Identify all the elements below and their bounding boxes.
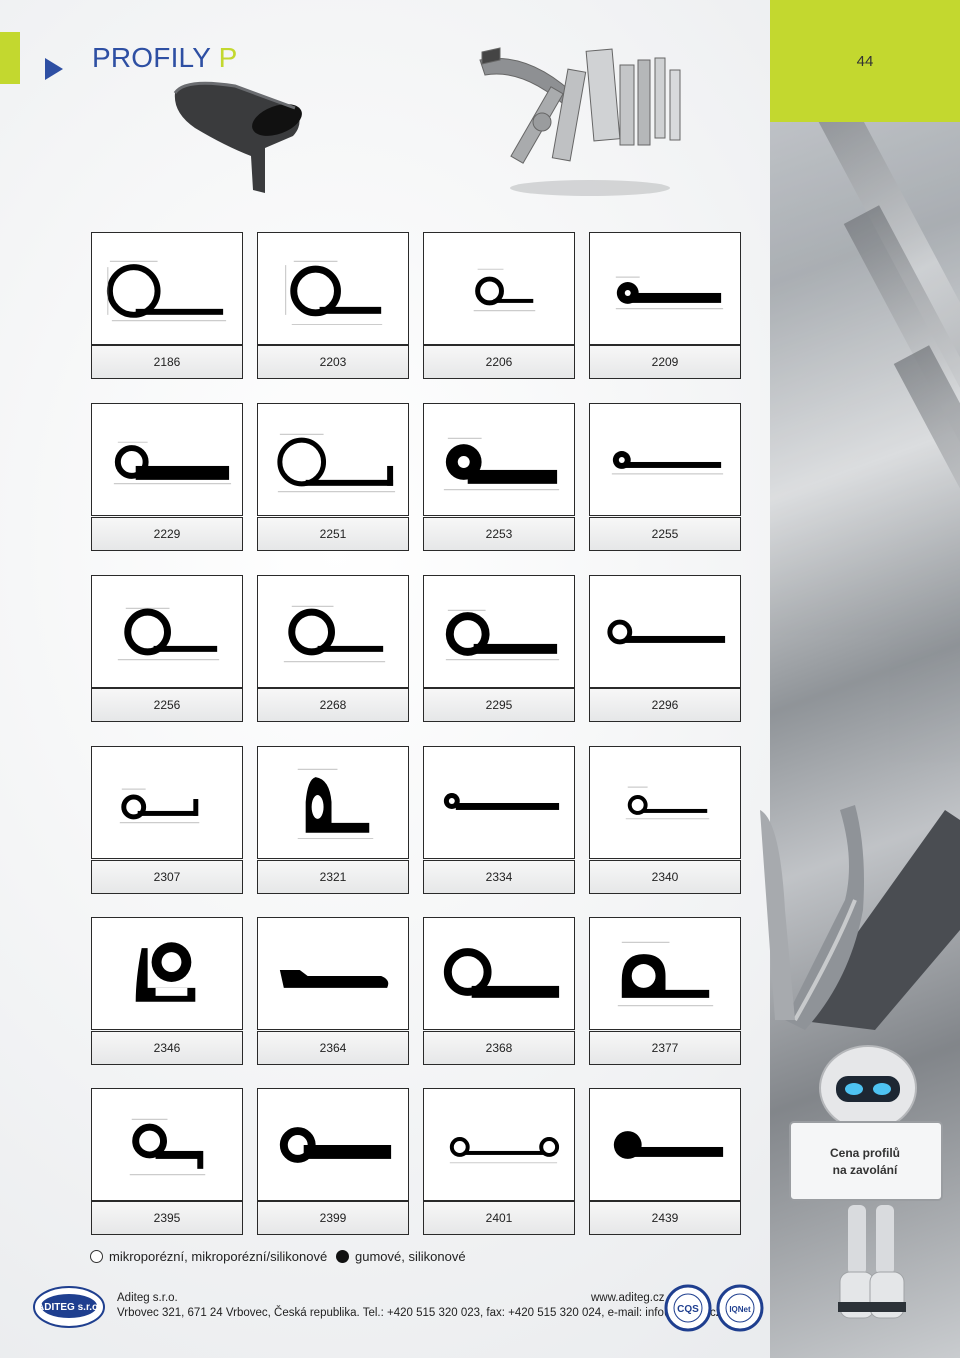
profile-code-2229: 2229 [91, 517, 243, 551]
profile-2364-drawing [279, 970, 389, 988]
profile-2186-drawing [106, 260, 227, 322]
profile-code-2346: 2346 [91, 1031, 243, 1065]
legend-rubber-label: gumové, silikonové [355, 1249, 466, 1264]
profile-2334-drawing [443, 793, 560, 810]
robot-sign-line1: Cena profilů [829, 1146, 900, 1160]
profile-drawing-2256 [91, 575, 243, 688]
profile-2307-drawing [119, 788, 200, 824]
profile-code-2253: 2253 [423, 517, 575, 551]
robot-price-sign: Cena profilů na zavolání [789, 1124, 941, 1200]
profile-2268-drawing [283, 605, 386, 663]
footer-website[interactable]: www.aditeg.cz [591, 1292, 665, 1304]
profile-2399-drawing [279, 1127, 392, 1163]
profile-2209-drawing [615, 276, 724, 310]
profile-code-2186: 2186 [91, 345, 243, 379]
profile-2296-drawing [607, 619, 726, 645]
profile-code-2364: 2364 [257, 1031, 409, 1065]
profile-drawing-2340 [589, 746, 741, 859]
logo-text: ADITEG s.r.o. [37, 1302, 101, 1313]
profile-code-2256: 2256 [91, 688, 243, 722]
page-number-bar: 44 [770, 0, 960, 122]
footer-company: Aditeg s.r.o. [117, 1292, 178, 1304]
profile-2395-drawing [129, 1118, 206, 1176]
profile-code-2255: 2255 [589, 517, 741, 551]
cqs-text: CQS [677, 1304, 699, 1315]
profile-code-2334: 2334 [423, 860, 575, 894]
profile-2255-drawing [611, 451, 724, 475]
profile-2253-drawing [443, 437, 560, 491]
profile-2295-drawing [445, 609, 560, 661]
legend-porous-label: mikroporézní, mikroporézní/silikonové [109, 1249, 328, 1264]
profile-2256-drawing [117, 607, 220, 661]
open-circle-icon [90, 1250, 103, 1263]
profile-code-2209: 2209 [589, 345, 741, 379]
profile-2206-drawing [473, 268, 536, 312]
profile-2377-drawing [617, 941, 714, 1007]
profile-drawing-2307 [91, 746, 243, 859]
profile-drawing-2209 [589, 232, 741, 345]
profile-code-2206: 2206 [423, 345, 575, 379]
profile-drawing-2203 [257, 232, 409, 345]
profile-drawing-2364 [257, 917, 409, 1030]
profile-2203-drawing [285, 260, 383, 326]
profile-code-2268: 2268 [257, 688, 409, 722]
profile-drawing-2268 [257, 575, 409, 688]
profile-drawing-2206 [423, 232, 575, 345]
iqnet-certificate-badge: IQNet [716, 1284, 764, 1332]
profile-drawing-2295 [423, 575, 575, 688]
profile-2346-drawing [135, 942, 196, 1002]
profile-drawing-2377 [589, 917, 741, 1030]
profile-drawing-2346 [91, 917, 243, 1030]
profile-drawing-2334 [423, 746, 575, 859]
header-accent-square [0, 32, 20, 84]
hero-profiles-assortment-image [479, 47, 681, 196]
legend-rubber: gumové, silikonové [336, 1249, 466, 1264]
page-number: 44 [856, 52, 874, 70]
profile-drawing-2251 [257, 403, 409, 516]
profile-code-2321: 2321 [257, 860, 409, 894]
profile-code-2251: 2251 [257, 517, 409, 551]
profile-2229-drawing [113, 441, 232, 485]
profile-2401-drawing [449, 1137, 560, 1164]
profile-code-2340: 2340 [589, 860, 741, 894]
profile-2340-drawing [625, 786, 710, 820]
profile-code-2401: 2401 [423, 1201, 575, 1235]
profile-drawing-2439 [589, 1088, 741, 1201]
iqnet-text: IQNet [729, 1305, 751, 1314]
profile-drawing-2255 [589, 403, 741, 516]
footer-address: Vrbovec 321, 671 24 Vrbovec, Česká repub… [117, 1307, 722, 1319]
profile-code-2203: 2203 [257, 345, 409, 379]
profile-code-2296: 2296 [589, 688, 741, 722]
profile-code-2395: 2395 [91, 1201, 243, 1235]
profile-code-2295: 2295 [423, 688, 575, 722]
profile-code-2368: 2368 [423, 1031, 575, 1065]
profile-2439-drawing [613, 1131, 724, 1159]
profile-drawing-2399 [257, 1088, 409, 1201]
profile-drawing-2368 [423, 917, 575, 1030]
title-arrow-icon [45, 58, 63, 80]
cqs-certificate-badge: CQS [664, 1284, 712, 1332]
profile-drawing-2395 [91, 1088, 243, 1201]
profile-code-2439: 2439 [589, 1201, 741, 1235]
profile-code-2399: 2399 [257, 1201, 409, 1235]
profile-drawing-2321 [257, 746, 409, 859]
robot-sign-line2: na zavolání [832, 1163, 898, 1177]
profile-drawing-2253 [423, 403, 575, 516]
profile-2321-drawing [297, 768, 374, 840]
hero-profile-image [173, 81, 302, 193]
profile-strip-photo [760, 805, 960, 1030]
profile-drawing-2229 [91, 403, 243, 516]
profile-2251-drawing [277, 433, 396, 493]
filled-circle-icon [336, 1250, 349, 1263]
legend-porous: mikroporézní, mikroporézní/silikonové [90, 1249, 327, 1264]
profile-2368-drawing [443, 948, 560, 998]
profile-code-2307: 2307 [91, 860, 243, 894]
profile-drawing-2186 [91, 232, 243, 345]
profile-code-2377: 2377 [589, 1031, 741, 1065]
aditeg-logo: ADITEG s.r.o. [33, 1286, 105, 1328]
profile-drawing-2401 [423, 1088, 575, 1201]
profile-drawing-2296 [589, 575, 741, 688]
